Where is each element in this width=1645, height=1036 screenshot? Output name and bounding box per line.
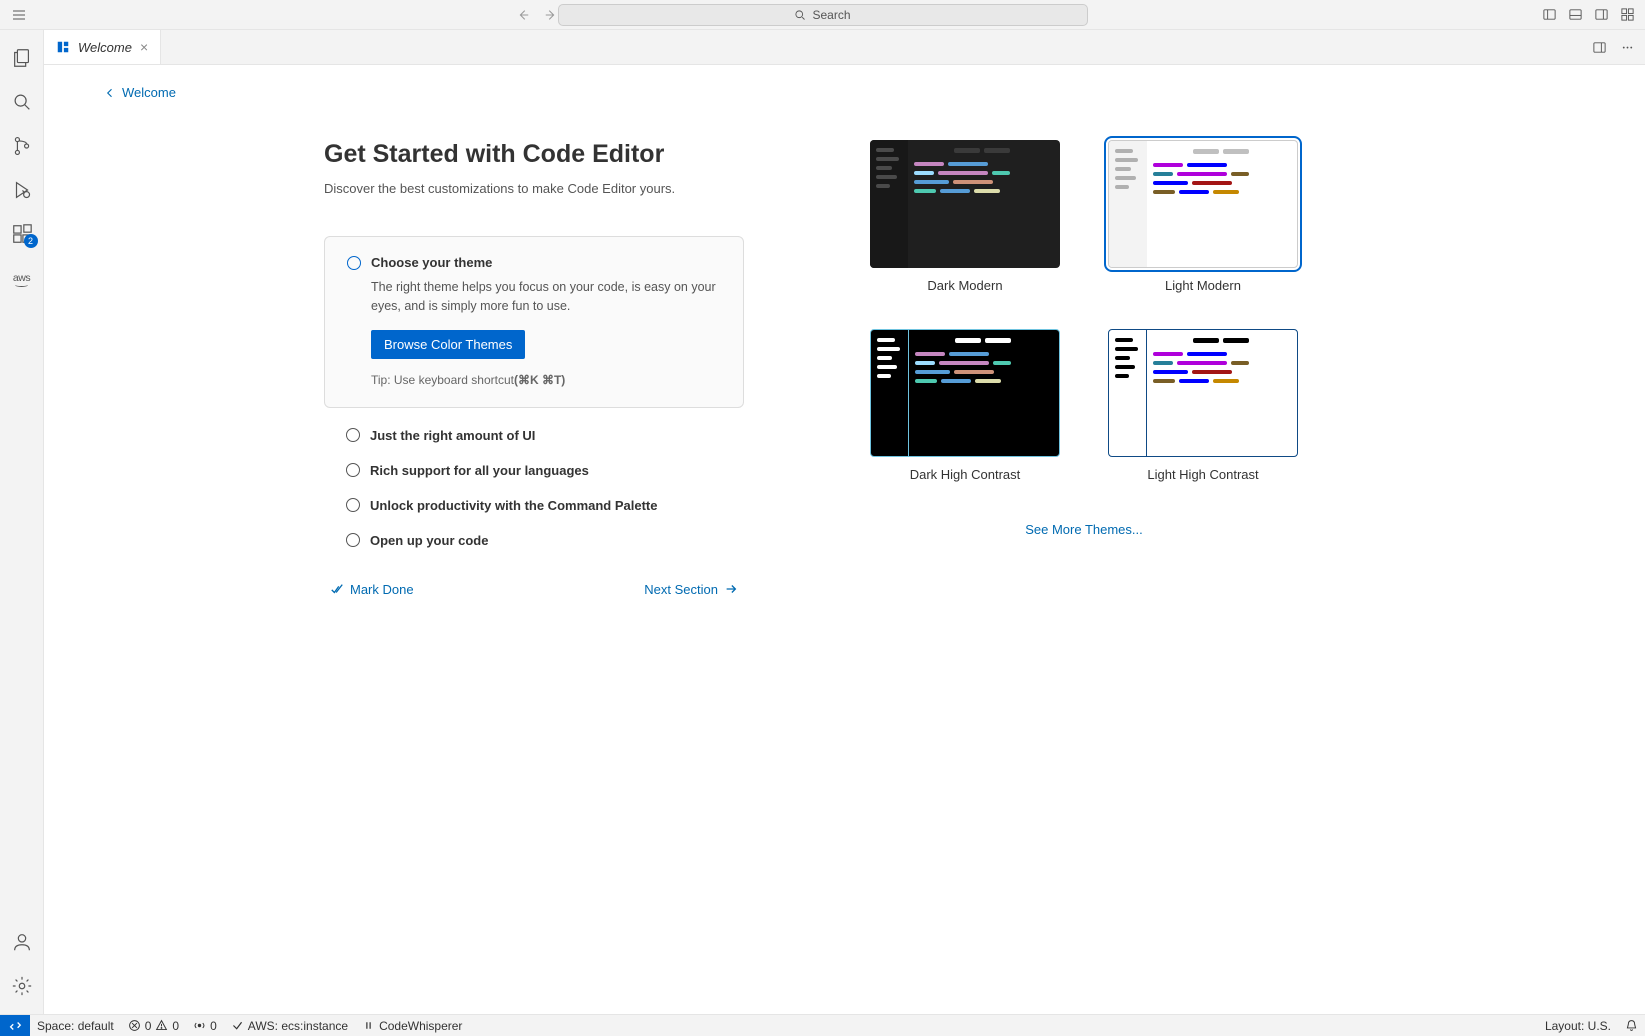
error-icon (128, 1019, 141, 1032)
split-editor-button[interactable] (1591, 39, 1607, 55)
step-tip: Tip: Use keyboard shortcut(⌘K ⌘T) (371, 373, 721, 387)
activity-run-debug[interactable] (2, 170, 42, 210)
breadcrumb-back[interactable]: Welcome (104, 85, 1605, 100)
status-ports[interactable]: 0 (186, 1015, 224, 1036)
theme-light-high-contrast[interactable] (1108, 329, 1298, 457)
browse-themes-button[interactable]: Browse Color Themes (371, 330, 525, 359)
theme-label: Light Modern (1165, 278, 1241, 293)
search-placeholder: Search (812, 8, 850, 22)
step-rich-support[interactable]: Rich support for all your languages (324, 453, 744, 488)
tab-welcome[interactable]: Welcome × (44, 30, 161, 64)
welcome-tab-icon (56, 40, 70, 54)
toggle-panel-button[interactable] (1567, 7, 1583, 23)
status-space[interactable]: Space: default (30, 1015, 121, 1036)
activity-accounts[interactable] (2, 922, 42, 962)
step-radio-icon (346, 463, 360, 477)
step-right-amount-ui[interactable]: Just the right amount of UI (324, 418, 744, 453)
theme-label: Light High Contrast (1147, 467, 1258, 482)
status-aws[interactable]: AWS: ecs:instance (224, 1015, 355, 1036)
command-center-search[interactable]: Search (558, 4, 1088, 26)
breadcrumb-label: Welcome (122, 85, 176, 100)
step-title: Just the right amount of UI (370, 428, 535, 443)
theme-dark-modern[interactable] (870, 140, 1060, 268)
activity-search[interactable] (2, 82, 42, 122)
mark-done-button[interactable]: Mark Done (330, 582, 414, 597)
step-title: Choose your theme (371, 255, 492, 270)
nav-back-button[interactable] (513, 5, 533, 25)
theme-label: Dark Modern (927, 278, 1002, 293)
arrow-right-icon (724, 582, 738, 596)
step-command-palette[interactable]: Unlock productivity with the Command Pal… (324, 488, 744, 523)
step-title: Rich support for all your languages (370, 463, 589, 478)
editor-more-button[interactable] (1619, 39, 1635, 55)
step-radio-icon (346, 498, 360, 512)
chevron-left-icon (104, 87, 116, 99)
next-section-button[interactable]: Next Section (644, 582, 738, 597)
step-description: The right theme helps you focus on your … (371, 278, 721, 316)
pause-icon (362, 1019, 375, 1032)
status-notifications[interactable] (1618, 1015, 1645, 1036)
page-title: Get Started with Code Editor (324, 140, 744, 169)
step-title: Unlock productivity with the Command Pal… (370, 498, 657, 513)
theme-label: Dark High Contrast (910, 467, 1021, 482)
step-radio-icon (347, 256, 361, 270)
step-radio-icon (346, 428, 360, 442)
customize-layout-button[interactable] (1619, 7, 1635, 23)
warning-icon (155, 1019, 168, 1032)
activity-extensions[interactable]: 2 (2, 214, 42, 254)
step-radio-icon (346, 533, 360, 547)
check-all-icon (330, 582, 344, 596)
extensions-badge: 2 (24, 234, 38, 248)
remote-indicator[interactable] (0, 1015, 30, 1036)
check-icon (231, 1019, 244, 1032)
activity-explorer[interactable] (2, 38, 42, 78)
toggle-secondary-sidebar-button[interactable] (1593, 7, 1609, 23)
theme-light-modern[interactable] (1108, 140, 1298, 268)
page-subtitle: Discover the best customizations to make… (324, 181, 744, 196)
activity-settings[interactable] (2, 966, 42, 1006)
status-layout[interactable]: Layout: U.S. (1538, 1015, 1618, 1036)
aws-logo-icon: aws (13, 272, 30, 284)
theme-dark-high-contrast[interactable] (870, 329, 1060, 457)
app-menu-button[interactable] (8, 4, 30, 26)
activity-source-control[interactable] (2, 126, 42, 166)
nav-forward-button[interactable] (541, 5, 561, 25)
status-codewhisperer[interactable]: CodeWhisperer (355, 1015, 469, 1036)
search-icon (794, 9, 806, 21)
status-problems[interactable]: 0 0 (121, 1015, 186, 1036)
step-choose-theme[interactable]: Choose your theme The right theme helps … (324, 236, 744, 408)
step-title: Open up your code (370, 533, 488, 548)
bell-icon (1625, 1019, 1638, 1032)
broadcast-icon (193, 1019, 206, 1032)
step-open-code[interactable]: Open up your code (324, 523, 744, 558)
tab-label: Welcome (78, 40, 132, 55)
remote-icon (8, 1019, 22, 1033)
tab-close-button[interactable]: × (140, 39, 148, 55)
activity-aws[interactable]: aws (2, 258, 42, 298)
see-more-themes-link[interactable]: See More Themes... (864, 522, 1304, 537)
toggle-primary-sidebar-button[interactable] (1541, 7, 1557, 23)
